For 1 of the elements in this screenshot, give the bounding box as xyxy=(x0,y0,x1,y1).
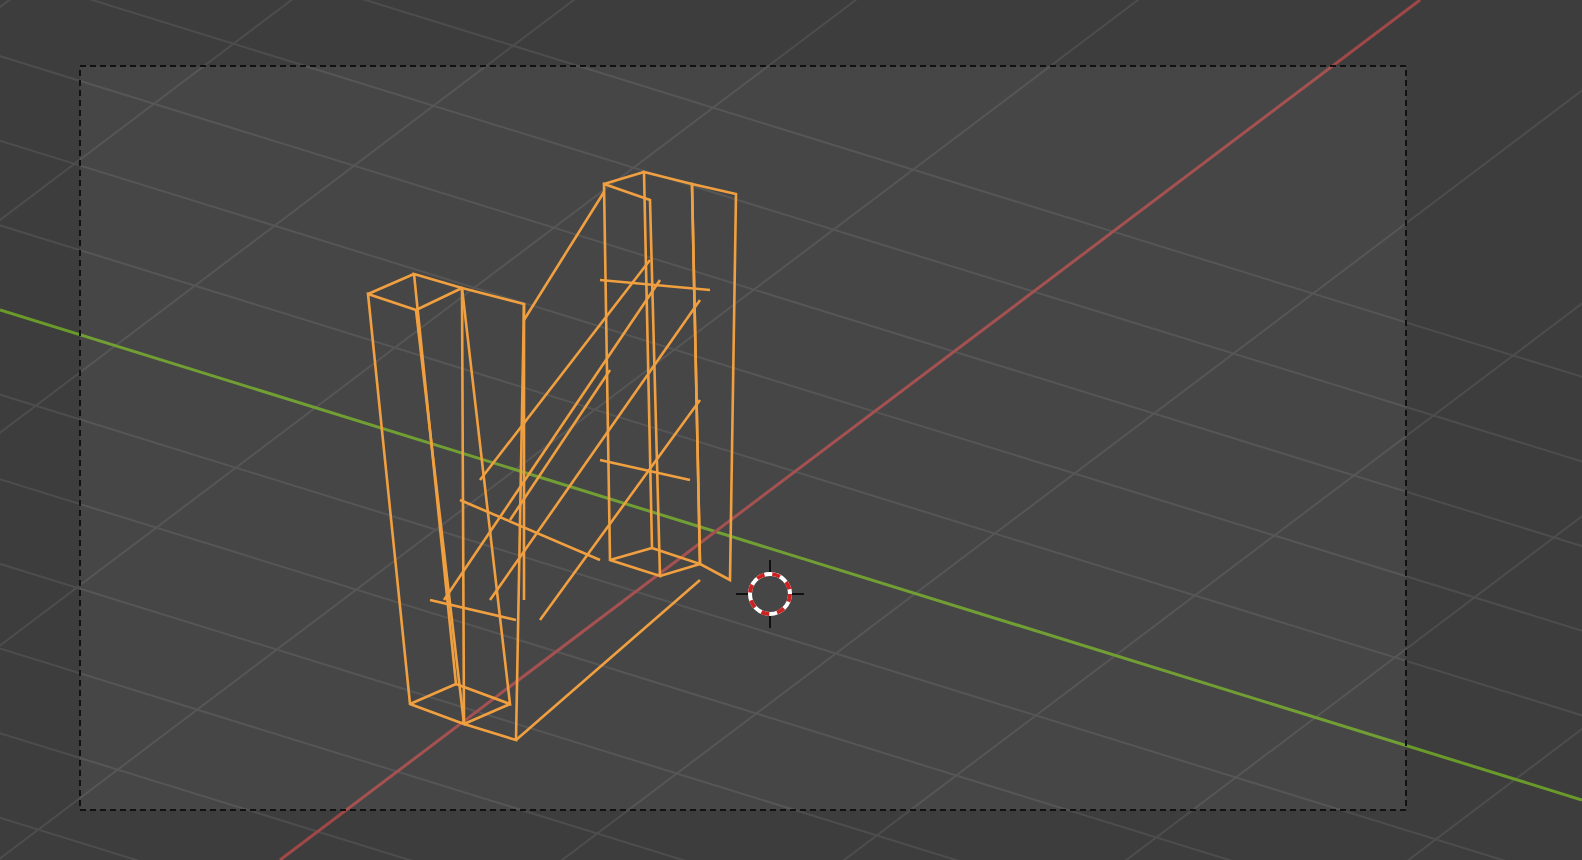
3d-cursor-icon xyxy=(735,559,805,629)
